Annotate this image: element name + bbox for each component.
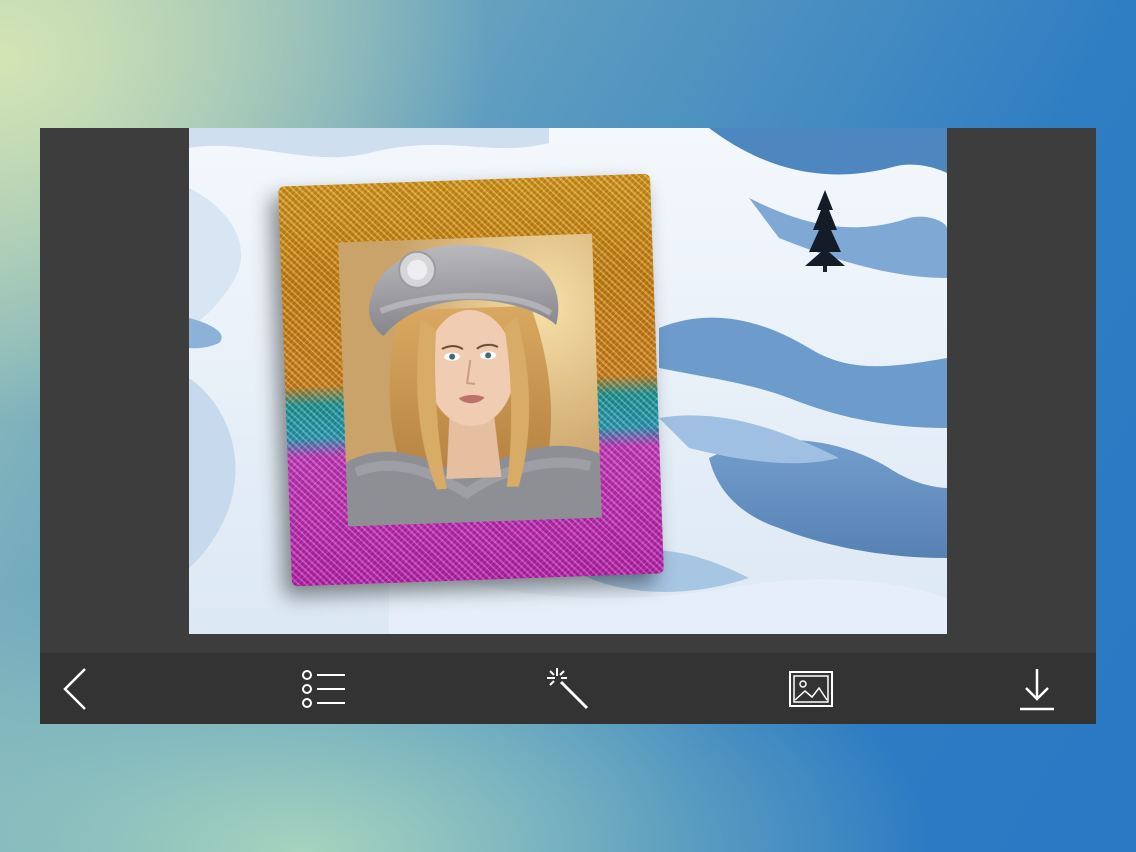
back-button[interactable]	[36, 653, 116, 724]
portrait-illustration	[338, 233, 602, 527]
frame-list-icon	[302, 669, 345, 708]
gallery-image-icon	[789, 670, 833, 707]
frame-list-button[interactable]	[284, 653, 364, 724]
tinsel-photo-frame[interactable]	[278, 173, 664, 587]
portrait-photo[interactable]	[338, 233, 602, 527]
editor-panel	[40, 128, 1096, 724]
back-chevron-icon	[63, 667, 86, 710]
photo-canvas[interactable]	[189, 128, 947, 634]
effects-button[interactable]	[528, 653, 608, 724]
download-icon	[1020, 668, 1054, 710]
gallery-button[interactable]	[771, 653, 851, 724]
bottom-toolbar	[40, 653, 1096, 724]
magic-wand-icon	[547, 667, 589, 709]
download-button[interactable]	[997, 653, 1077, 724]
